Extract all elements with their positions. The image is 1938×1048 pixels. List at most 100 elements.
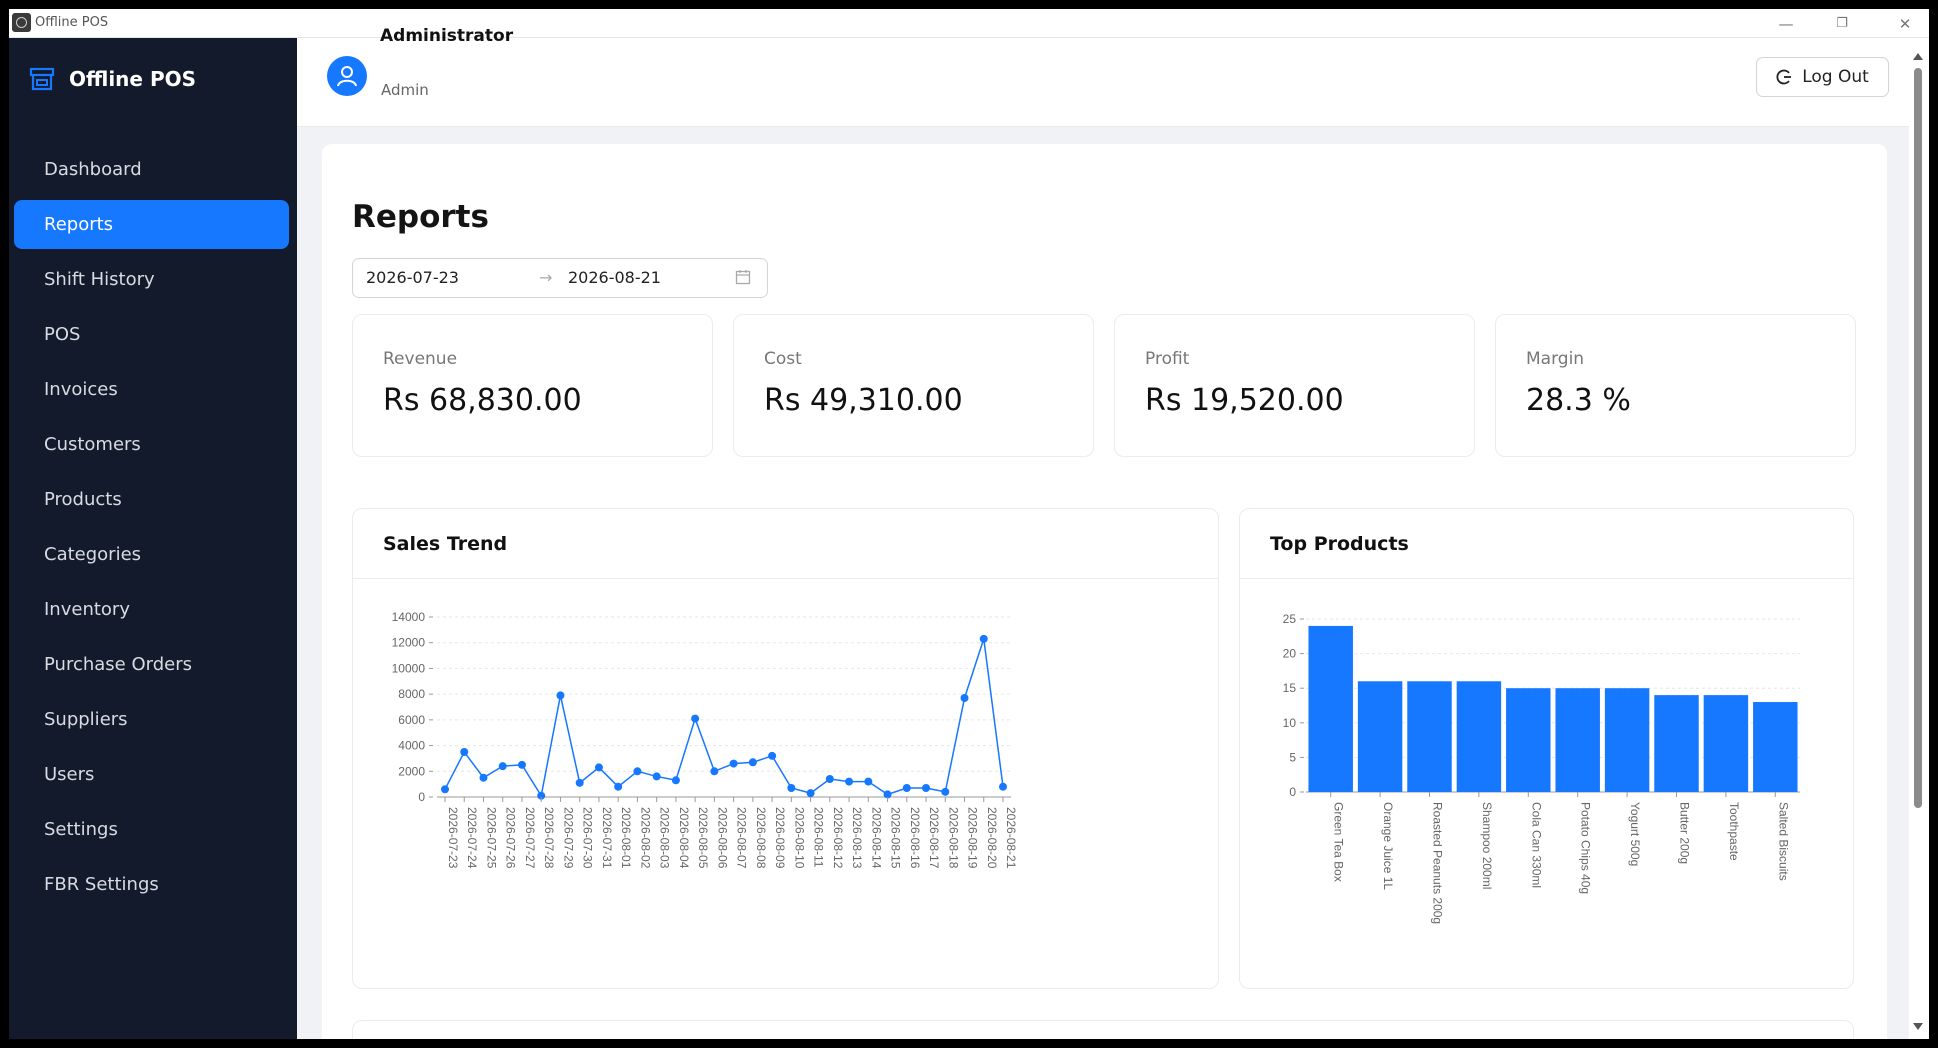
sidebar-item-dashboard[interactable]: Dashboard [14, 145, 289, 194]
data-point [941, 787, 950, 796]
brand-name: Offline POS [69, 67, 197, 91]
maximize-button[interactable]: ❐ [1817, 13, 1867, 35]
data-point [902, 784, 911, 792]
x-tick-label: 2026-07-30 [581, 807, 595, 869]
sidebar-item-products[interactable]: Products [14, 475, 289, 524]
sidebar-item-fbr-settings[interactable]: FBR Settings [14, 860, 289, 909]
card-title: Sales Trend [383, 533, 508, 555]
data-point [441, 785, 449, 794]
stat-label: Margin [1526, 349, 1585, 369]
data-point [594, 763, 603, 772]
user-avatar[interactable] [327, 56, 367, 96]
x-tick-label: Cola Can 330ml [1529, 802, 1543, 888]
title-bar: Offline POS — ❐ ✕ [9, 9, 1929, 38]
x-tick-label: 2026-07-31 [600, 807, 614, 869]
x-tick-label: 2026-08-10 [792, 807, 806, 869]
x-tick-label: 2026-08-02 [638, 807, 652, 869]
sidebar-item-invoices[interactable]: Invoices [14, 365, 289, 414]
bar [1456, 681, 1502, 792]
bar [1357, 681, 1403, 792]
x-tick-label: 2026-08-19 [966, 807, 980, 869]
data-point [460, 748, 469, 756]
scroll-thumb[interactable] [1914, 68, 1922, 808]
brand[interactable]: Offline POS [29, 64, 196, 94]
data-point [806, 789, 815, 798]
x-tick-label: 2026-07-26 [504, 807, 518, 869]
sales-trend-line [444, 638, 1004, 798]
sidebar-item-purchase-orders[interactable]: Purchase Orders [14, 640, 289, 689]
date-range-picker[interactable]: 2026-07-23 → 2026-08-21 [352, 258, 768, 298]
x-tick-label: Salted Biscuits [1776, 802, 1790, 881]
data-point [498, 762, 507, 771]
sidebar-item-users[interactable]: Users [14, 750, 289, 799]
stat-value: Rs 19,520.00 [1145, 383, 1344, 418]
x-tick-label: Butter 200g [1678, 802, 1692, 864]
minimize-button[interactable]: — [1761, 13, 1811, 35]
date-to[interactable]: 2026-08-21 [568, 268, 661, 287]
sidebar-item-settings[interactable]: Settings [14, 805, 289, 854]
data-point [748, 758, 757, 767]
date-from[interactable]: 2026-07-23 [366, 268, 459, 287]
x-tick-label: Toothpaste [1727, 802, 1741, 861]
data-point [922, 784, 931, 792]
sidebar: Offline POS Dashboard Reports Shift Histor… [9, 38, 297, 1039]
stat-label: Cost [764, 349, 802, 369]
stat-value: Rs 68,830.00 [383, 383, 582, 418]
sales-trend-card: Sales Trend 0 2000 4000 6000 8000 10000 12000 1… [352, 508, 1219, 989]
y-tick-label: 12000 [392, 636, 426, 650]
x-tick-label: Shampoo 200ml [1480, 802, 1494, 889]
x-tick-label: 2026-07-29 [561, 807, 575, 869]
y-tick-label: 8000 [398, 687, 425, 701]
close-button[interactable]: ✕ [1880, 13, 1929, 35]
page-title: Reports [352, 199, 489, 235]
vertical-scrollbar[interactable] [1909, 38, 1929, 1039]
sidebar-item-inventory[interactable]: Inventory [14, 585, 289, 634]
data-point [999, 782, 1007, 791]
sidebar-item-pos[interactable]: POS [14, 310, 289, 359]
sidebar-item-reports[interactable]: Reports [14, 200, 289, 249]
data-point [671, 776, 680, 785]
app-icon [12, 13, 31, 32]
bar [1308, 625, 1353, 792]
x-tick-label: Orange Juice 1L [1381, 802, 1395, 890]
scroll-down-icon[interactable] [1913, 1023, 1923, 1030]
sidebar-item-categories[interactable]: Categories [14, 530, 289, 579]
logout-icon [1776, 69, 1792, 85]
stat-label: Profit [1145, 349, 1190, 369]
x-tick-label: 2026-08-20 [985, 807, 999, 869]
y-tick-label: 6000 [398, 713, 425, 727]
x-tick-label: 2026-08-11 [812, 807, 826, 868]
data-point [979, 634, 988, 643]
data-point [845, 777, 854, 786]
x-tick-label: 2026-08-21 [1004, 807, 1018, 869]
range-arrow-icon: → [539, 268, 553, 287]
window-title: Offline POS [35, 15, 109, 30]
y-tick-label: 0 [1289, 785, 1296, 799]
x-tick-label: 2026-08-12 [831, 807, 845, 869]
x-tick-label: 2026-08-05 [696, 807, 710, 869]
top-products-card: Top Products 0 5 10 15 20 25 Green Tea Box Oran… [1239, 508, 1854, 989]
data-point [960, 694, 969, 702]
cost-card: Cost Rs 49,310.00 [733, 314, 1094, 457]
data-point [614, 782, 623, 791]
top-products-chart: 0 5 10 15 20 25 Green Tea Box Orange Juice 1L Ro… [1283, 612, 1800, 924]
bar [1506, 688, 1551, 792]
sidebar-item-shift-history[interactable]: Shift History [14, 255, 289, 304]
data-point [710, 767, 719, 776]
reports-panel: Reports 2026-07-23 → 2026-08-21 Revenue … [322, 144, 1887, 1039]
app-window: Offline POS — ❐ ✕ Offline POS Dashboard R… [9, 9, 1929, 1039]
x-tick-label: 2026-07-28 [542, 807, 556, 869]
data-point [729, 759, 738, 768]
x-tick-label: 2026-08-09 [773, 807, 787, 869]
calendar-icon[interactable] [735, 269, 751, 285]
bar [1654, 695, 1699, 792]
x-tick-label: 2026-08-18 [946, 807, 960, 869]
sidebar-item-customers[interactable]: Customers [14, 420, 289, 469]
scroll-up-icon[interactable] [1913, 53, 1923, 60]
sidebar-item-suppliers[interactable]: Suppliers [14, 695, 289, 744]
bar [1753, 702, 1798, 792]
logout-button[interactable]: Log Out [1756, 57, 1889, 97]
x-tick-label: Roasted Peanuts 200g [1431, 802, 1445, 924]
x-tick-label: 2026-08-04 [677, 807, 691, 869]
data-point [768, 751, 777, 760]
